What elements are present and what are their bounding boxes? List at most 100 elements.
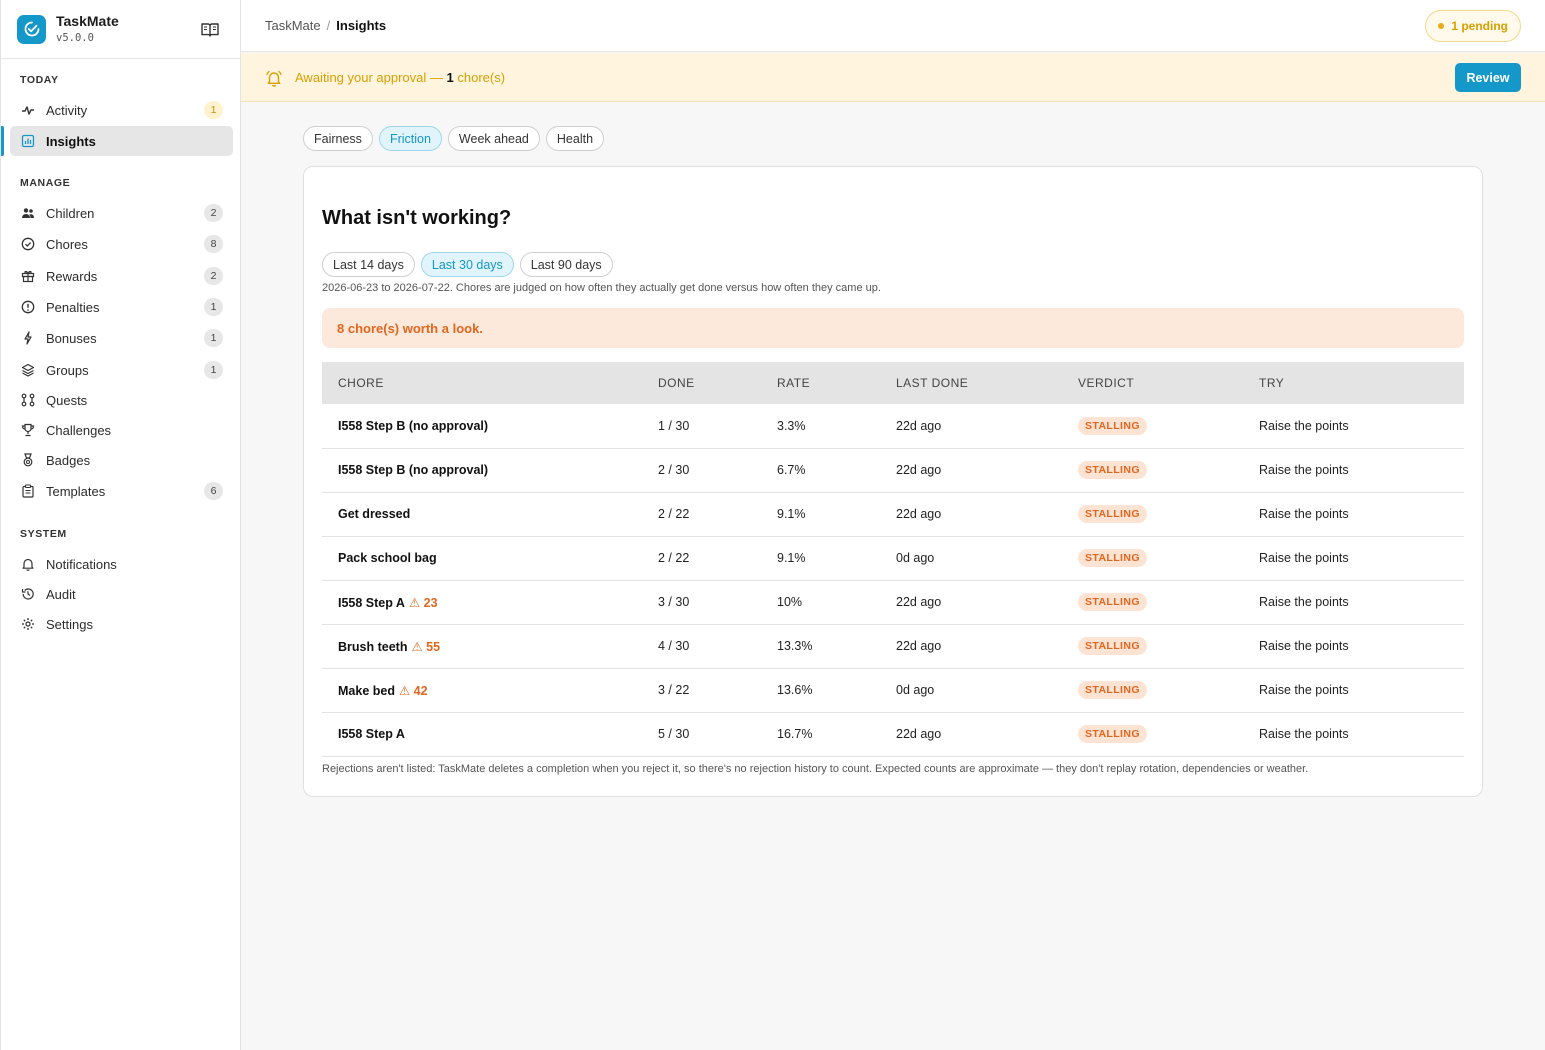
- chore-cell: Make bed ⚠ 42: [322, 668, 642, 713]
- sidebar-item-bonuses[interactable]: Bonuses 1: [10, 323, 233, 353]
- sidebar-item-penalties[interactable]: Penalties 1: [10, 292, 233, 322]
- route-icon: [21, 393, 35, 407]
- history-icon: [21, 587, 35, 601]
- chore-name: Make bed: [338, 683, 395, 698]
- sidebar-item-templates[interactable]: Templates 6: [10, 476, 233, 506]
- rate-cell: 10%: [761, 580, 880, 625]
- table-row: Brush teeth ⚠ 55 4 / 30 13.3% 22d ago STALLIN…: [322, 624, 1464, 669]
- try-cell: Raise the points: [1243, 624, 1464, 669]
- app-name: TaskMate: [56, 13, 119, 30]
- sidebar-item-settings[interactable]: Settings: [10, 609, 233, 639]
- try-cell: Raise the points: [1243, 536, 1464, 581]
- done-cell: 2 / 30: [642, 448, 761, 493]
- last-done-cell: 22d ago: [880, 404, 1062, 449]
- friction-table: CHORE DONE RATE LAST DONE VERDICT TRY I5…: [322, 362, 1464, 757]
- friction-card: What isn't working? Last 14 days Last 30…: [303, 166, 1483, 797]
- sidebar-item-label: Templates: [46, 483, 106, 499]
- sidebar-item-children[interactable]: Children 2: [10, 198, 233, 228]
- verdict-badge: STALLING: [1078, 505, 1147, 523]
- try-cell: Raise the points: [1243, 404, 1464, 449]
- approval-banner: Awaiting your approval — 1 chore(s) Revi…: [241, 53, 1545, 102]
- tab-friction[interactable]: Friction: [378, 126, 442, 151]
- section-today: TODAY: [20, 74, 59, 86]
- verdict-badge: STALLING: [1078, 549, 1147, 567]
- brand: TaskMate v5.0.0: [1, 0, 240, 59]
- sidebar-item-label: Groups: [46, 362, 89, 378]
- try-cell: Raise the points: [1243, 668, 1464, 713]
- table-row: I558 Step A 5 / 30 16.7% 22d ago STALLING Rai…: [322, 712, 1464, 757]
- chore-cell: I558 Step A ⚠ 23: [322, 580, 642, 625]
- sidebar-item-chores[interactable]: Chores 8: [10, 229, 233, 259]
- review-button[interactable]: Review: [1455, 63, 1521, 92]
- done-cell: 2 / 22: [642, 492, 761, 537]
- tab-fairness[interactable]: Fairness: [303, 126, 373, 151]
- warning-count: ⚠ 42: [398, 683, 428, 698]
- sidebar-item-groups[interactable]: Groups 1: [10, 355, 233, 385]
- breadcrumb-separator: /: [326, 18, 331, 33]
- rate-cell: 13.3%: [761, 624, 880, 669]
- insight-tabs: Fairness Friction Week ahead Health: [303, 126, 605, 151]
- last-done-cell: 22d ago: [880, 712, 1062, 757]
- table-header-row: CHORE DONE RATE LAST DONE VERDICT TRY: [322, 362, 1464, 404]
- chore-cell: I558 Step B (no approval): [322, 404, 642, 449]
- sidebar-item-notifications[interactable]: Notifications: [10, 549, 233, 579]
- breadcrumb-root[interactable]: TaskMate: [265, 18, 321, 33]
- done-cell: 4 / 30: [642, 624, 761, 669]
- sidebar-item-audit[interactable]: Audit: [10, 579, 233, 609]
- pending-badge[interactable]: 1 pending: [1425, 10, 1521, 42]
- col-rate: RATE: [777, 376, 811, 390]
- sidebar-item-insights[interactable]: Insights: [10, 126, 233, 156]
- last-done-cell: 0d ago: [880, 668, 1062, 713]
- rate-cell: 13.6%: [761, 668, 880, 713]
- done-cell: 2 / 22: [642, 536, 761, 581]
- approval-suffix: chore(s): [453, 70, 506, 85]
- last-done-cell: 22d ago: [880, 624, 1062, 669]
- card-title: What isn't working?: [322, 207, 512, 229]
- warning-count: ⚠ 23: [408, 595, 438, 610]
- range-note: 2026-06-23 to 2026-07-22. Chores are jud…: [322, 282, 881, 294]
- try-cell: Raise the points: [1243, 492, 1464, 537]
- col-verdict: VERDICT: [1078, 376, 1135, 390]
- try-cell: Raise the points: [1243, 580, 1464, 625]
- sidebar-item-label: Settings: [46, 616, 93, 632]
- breadcrumb: TaskMate / Insights: [265, 18, 386, 33]
- bell-icon: [21, 557, 35, 571]
- chore-cell: I558 Step B (no approval): [322, 448, 642, 493]
- sidebar-item-label: Insights: [46, 133, 96, 149]
- range-90-days[interactable]: Last 90 days: [519, 252, 613, 277]
- footnote: Rejections aren't listed: TaskMate delet…: [322, 763, 1309, 775]
- approval-text: Awaiting your approval —: [295, 70, 447, 85]
- sidebar-item-activity[interactable]: Activity 1: [10, 95, 233, 125]
- gear-icon: [21, 617, 35, 631]
- col-done: DONE: [658, 376, 695, 390]
- range-30-days[interactable]: Last 30 days: [420, 252, 514, 277]
- children-count-badge: 2: [204, 204, 223, 222]
- tab-week-ahead[interactable]: Week ahead: [447, 126, 540, 151]
- sidebar-item-rewards[interactable]: Rewards 2: [10, 261, 233, 291]
- layers-icon: [21, 363, 35, 377]
- friction-alert: 8 chore(s) worth a look.: [322, 308, 1464, 348]
- verdict-cell: STALLING: [1062, 580, 1243, 625]
- users-icon: [21, 206, 35, 220]
- verdict-cell: STALLING: [1062, 448, 1243, 493]
- verdict-cell: STALLING: [1062, 536, 1243, 581]
- rate-cell: 9.1%: [761, 536, 880, 581]
- done-cell: 3 / 22: [642, 668, 761, 713]
- book-icon[interactable]: [201, 22, 219, 38]
- tab-health[interactable]: Health: [545, 126, 605, 151]
- groups-count-badge: 1: [204, 361, 223, 379]
- chore-cell: Pack school bag: [322, 536, 642, 581]
- taskmate-logo-icon: [17, 14, 46, 44]
- verdict-badge: STALLING: [1078, 725, 1147, 743]
- sidebar-item-quests[interactable]: Quests: [10, 385, 233, 415]
- last-done-cell: 22d ago: [880, 580, 1062, 625]
- sidebar-item-challenges[interactable]: Challenges: [10, 415, 233, 445]
- table-row: I558 Step B (no approval) 1 / 30 3.3% 22d a…: [322, 404, 1464, 449]
- templates-count-badge: 6: [204, 482, 223, 500]
- sidebar-item-badges[interactable]: Badges: [10, 445, 233, 475]
- table-row: I558 Step A ⚠ 23 3 / 30 10% 22d ago STALLING R…: [322, 580, 1464, 625]
- rewards-count-badge: 2: [204, 267, 223, 285]
- active-indicator: [1, 126, 4, 156]
- range-14-days[interactable]: Last 14 days: [322, 252, 415, 277]
- verdict-cell: STALLING: [1062, 712, 1243, 757]
